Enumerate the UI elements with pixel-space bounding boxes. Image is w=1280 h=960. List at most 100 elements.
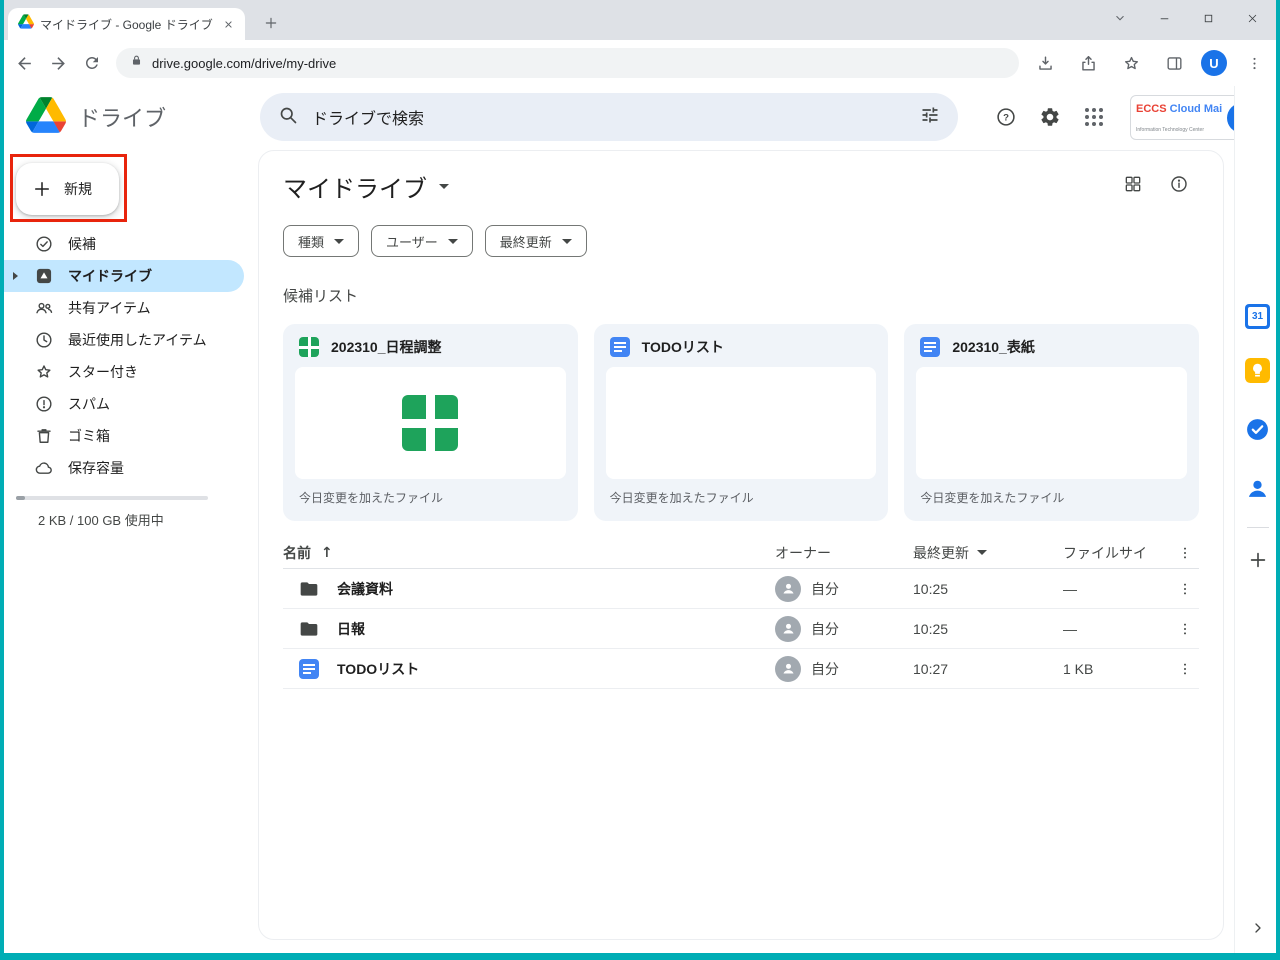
file-thumbnail: [295, 367, 566, 479]
file-table: 名前 ↑ オーナー 最終更新 ファイルサイ 会議資料: [283, 537, 1199, 689]
plus-icon: [32, 179, 52, 199]
column-header-owner[interactable]: オーナー: [775, 543, 913, 563]
sidebar-item-shared[interactable]: 共有アイテム: [0, 292, 244, 324]
sidebar-item-my-drive[interactable]: マイドライブ: [0, 260, 244, 292]
file-size: —: [1063, 621, 1171, 637]
sidebar-item-suggestions[interactable]: 候補: [0, 228, 244, 260]
clock-icon: [34, 330, 54, 350]
suggestion-file-name: 202310_表紙: [952, 337, 1035, 357]
lock-icon: [130, 54, 143, 72]
sidebar-item-recent[interactable]: 最近使用したアイテム: [0, 324, 244, 356]
contacts-icon[interactable]: [1245, 476, 1270, 506]
tasks-icon[interactable]: [1245, 417, 1270, 447]
column-header-modified[interactable]: 最終更新: [913, 543, 1063, 563]
window-minimize-button[interactable]: [1142, 2, 1186, 34]
collapse-panel-chevron-icon[interactable]: [1250, 920, 1266, 941]
column-header-size[interactable]: ファイルサイ: [1063, 543, 1171, 563]
expand-caret-icon[interactable]: [13, 272, 18, 280]
column-header-name[interactable]: 名前: [283, 543, 311, 563]
star-icon: [34, 362, 54, 382]
row-kebab-icon[interactable]: [1171, 581, 1199, 597]
check-circle-icon: [34, 234, 54, 254]
file-name: 会議資料: [337, 579, 393, 599]
keep-icon[interactable]: [1245, 358, 1270, 388]
add-addon-plus-icon[interactable]: [1247, 549, 1269, 576]
window-close-button[interactable]: [1230, 2, 1274, 34]
forward-icon[interactable]: [42, 47, 74, 79]
back-icon[interactable]: [8, 47, 40, 79]
suggestion-card[interactable]: TODOリスト 今日変更を加えたファイル: [594, 324, 889, 521]
browser-tab-strip: マイドライブ - Google ドライブ: [0, 0, 1280, 40]
help-icon[interactable]: ?: [992, 103, 1020, 131]
info-icon[interactable]: [1169, 174, 1189, 199]
table-row[interactable]: 会議資料 自分 10:25 —: [283, 569, 1199, 609]
workspace-side-rail: 31: [1234, 86, 1280, 953]
header-kebab-icon[interactable]: [1171, 545, 1199, 561]
spam-alert-icon: [34, 394, 54, 414]
chevron-down-icon: [439, 184, 449, 189]
search-icon[interactable]: [278, 105, 298, 130]
app-name: ドライブ: [78, 101, 166, 133]
sidebar-item-starred[interactable]: スター付き: [0, 356, 244, 388]
drive-app: ドライブ ドライブで検索 ? ECCS Cloud Mail Informati…: [0, 86, 1280, 953]
window-maximize-button[interactable]: [1186, 2, 1230, 34]
sidebar-item-trash[interactable]: ゴミ箱: [0, 420, 244, 452]
reload-icon[interactable]: [76, 47, 108, 79]
sidebar-nav: 候補 マイドライブ 共有アイテム 最近使用したアイテム スター付き スパム ゴミ…: [0, 228, 244, 484]
file-name: TODOリスト: [337, 659, 419, 679]
suggestion-reason: 今日変更を加えたファイル: [283, 479, 578, 516]
my-drive-icon: [34, 266, 54, 286]
search-bar[interactable]: ドライブで検索: [260, 93, 958, 141]
filter-chip-modified[interactable]: 最終更新: [485, 225, 587, 257]
new-tab-button[interactable]: [258, 10, 284, 36]
table-header-row: 名前 ↑ オーナー 最終更新 ファイルサイ: [283, 537, 1199, 569]
share-icon[interactable]: [1072, 47, 1104, 79]
row-kebab-icon[interactable]: [1171, 661, 1199, 677]
suggestion-card[interactable]: 202310_日程調整 今日変更を加えたファイル: [283, 324, 578, 521]
browser-tab[interactable]: マイドライブ - Google ドライブ: [8, 8, 245, 40]
sheets-file-icon: [299, 337, 319, 357]
filter-chip-type[interactable]: 種類: [283, 225, 359, 257]
suggestion-file-name: TODOリスト: [642, 337, 724, 357]
sidebar-item-spam[interactable]: スパム: [0, 388, 244, 420]
search-input[interactable]: ドライブで検索: [312, 105, 906, 129]
owner-avatar: [775, 616, 801, 642]
modified-time: 10:25: [913, 621, 1063, 637]
bookmark-star-icon[interactable]: [1115, 47, 1147, 79]
grid-view-toggle-icon[interactable]: [1123, 174, 1143, 199]
row-kebab-icon[interactable]: [1171, 621, 1199, 637]
filter-chip-people[interactable]: ユーザー: [371, 225, 473, 257]
drive-favicon-icon: [18, 14, 34, 34]
tab-search-chevron-icon[interactable]: [1098, 2, 1142, 34]
table-row[interactable]: 日報 自分 10:25 —: [283, 609, 1199, 649]
sidebar-item-storage[interactable]: 保存容量: [0, 452, 244, 484]
url-bar[interactable]: drive.google.com/drive/my-drive: [116, 48, 1019, 78]
side-panel-icon[interactable]: [1158, 47, 1190, 79]
file-thumbnail: [916, 367, 1187, 479]
suggestion-card[interactable]: 202310_表紙 今日変更を加えたファイル: [904, 324, 1199, 521]
suggestion-file-name: 202310_日程調整: [331, 337, 442, 357]
storage-progress-bar: [16, 496, 208, 500]
drive-logo-icon: [26, 97, 66, 138]
google-apps-grid-icon[interactable]: [1080, 103, 1108, 131]
calendar-icon[interactable]: 31: [1245, 304, 1270, 329]
new-button[interactable]: 新規: [16, 163, 119, 215]
chevron-down-icon: [448, 239, 458, 244]
suggestion-reason: 今日変更を加えたファイル: [594, 479, 889, 516]
tab-close-icon[interactable]: [219, 15, 237, 33]
account-tagline: Information Technology Center: [1136, 127, 1204, 133]
browser-profile-avatar[interactable]: U: [1201, 50, 1227, 76]
drive-brand[interactable]: ドライブ: [26, 97, 166, 137]
table-row[interactable]: TODOリスト 自分 10:27 1 KB: [283, 649, 1199, 689]
folder-icon: [299, 579, 319, 599]
page-title-dropdown[interactable]: マイドライブ: [283, 169, 449, 204]
main-content-card: マイドライブ 種類 ユーザー 最終更新: [258, 150, 1224, 940]
people-icon: [34, 298, 54, 318]
browser-menu-kebab-icon[interactable]: [1238, 47, 1270, 79]
trash-icon: [34, 426, 54, 446]
search-filter-tune-icon[interactable]: [920, 105, 940, 130]
download-icon[interactable]: [1029, 47, 1061, 79]
suggestions-section-label: 候補リスト: [283, 285, 1199, 306]
sort-ascending-arrow-icon[interactable]: ↑: [321, 545, 333, 561]
settings-gear-icon[interactable]: [1036, 103, 1064, 131]
